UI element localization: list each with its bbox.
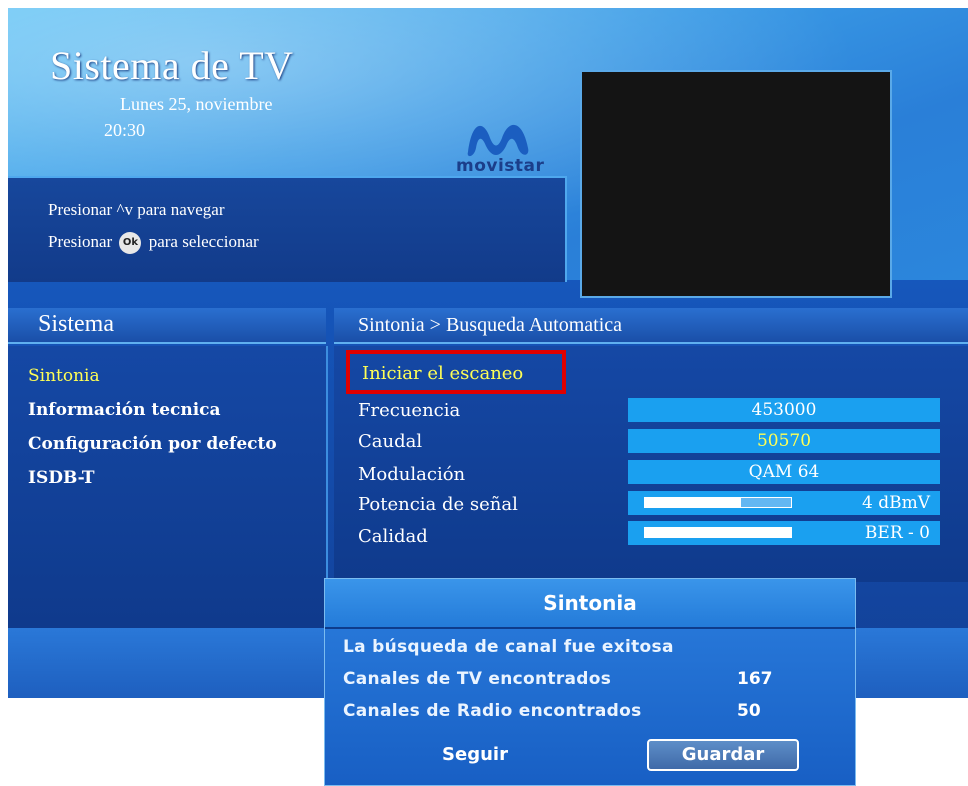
signal-strength-bar — [644, 497, 792, 508]
sidebar-item-informacion-tecnica[interactable]: Información tecnica — [28, 400, 221, 420]
frequency-value: 453000 — [628, 398, 940, 422]
tv-channels-label: Canales de TV encontrados — [343, 669, 612, 689]
modulation-value: QAM 64 — [628, 460, 940, 484]
date-label: Lunes 25, noviembre — [120, 94, 273, 114]
sidebar-title: Sistema — [38, 311, 114, 337]
navigate-hint: Presionar ^v para navegar — [48, 200, 225, 219]
sidebar-menu: Sintonia Información tecnica Configuraci… — [8, 346, 328, 628]
movistar-wordmark: movistar — [456, 156, 545, 176]
sidebar-header: Sistema — [8, 308, 326, 344]
radio-channels-count: 50 — [737, 701, 761, 721]
radio-channels-label: Canales de Radio encontrados — [343, 701, 642, 721]
quality-meter: BER - 0 — [628, 521, 940, 545]
signal-strength-fill — [644, 497, 740, 508]
signal-strength-meter: 4 dBmV — [628, 491, 940, 515]
signal-strength-value: 4 dBmV — [862, 493, 930, 513]
video-preview — [580, 70, 892, 298]
start-scan-button[interactable]: Iniciar el escaneo — [346, 350, 566, 394]
app-title: Sistema de TV — [50, 43, 294, 88]
quality-label: Calidad — [358, 526, 428, 547]
frequency-label: Frecuencia — [358, 400, 461, 421]
signal-strength-remaining — [740, 497, 792, 508]
time-label: 20:30 — [104, 120, 146, 140]
continue-button[interactable]: Seguir — [425, 739, 525, 771]
start-scan-label: Iniciar el escaneo — [362, 363, 524, 384]
symbol-rate-value: 50570 — [628, 429, 940, 453]
modulation-label: Modulación — [358, 464, 466, 485]
sidebar-item-sintonia[interactable]: Sintonia — [28, 366, 100, 386]
select-hint: Presionar Ok para seleccionar — [48, 232, 259, 255]
dialog-header: Sintonia — [325, 579, 855, 629]
symbol-rate-label: Caudal — [358, 431, 423, 452]
quality-fill — [644, 527, 792, 538]
up-down-arrows-icon: ^v — [116, 200, 133, 219]
quality-value: BER - 0 — [864, 523, 930, 543]
quality-bar — [644, 527, 792, 538]
breadcrumb-bar: Sintonia > Busqueda Automatica — [334, 308, 968, 344]
signal-strength-label: Potencia de señal — [358, 494, 518, 515]
tv-channels-count: 167 — [737, 669, 773, 689]
key-hints-box: Presionar ^v para navegar Presionar Ok p… — [8, 176, 567, 282]
sidebar-item-configuracion[interactable]: Configuración por defecto — [28, 434, 277, 454]
sidebar-item-isdb-t[interactable]: ISDB-T — [28, 468, 95, 488]
ok-key-icon: Ok — [119, 232, 142, 255]
save-button[interactable]: Guardar — [647, 739, 799, 771]
scan-result-dialog: Sintonia La búsqueda de canal fue exitos… — [324, 578, 856, 786]
breadcrumb: Sintonia > Busqueda Automatica — [358, 314, 623, 336]
dialog-title: Sintonia — [543, 591, 637, 615]
dialog-message: La búsqueda de canal fue exitosa — [343, 637, 674, 657]
